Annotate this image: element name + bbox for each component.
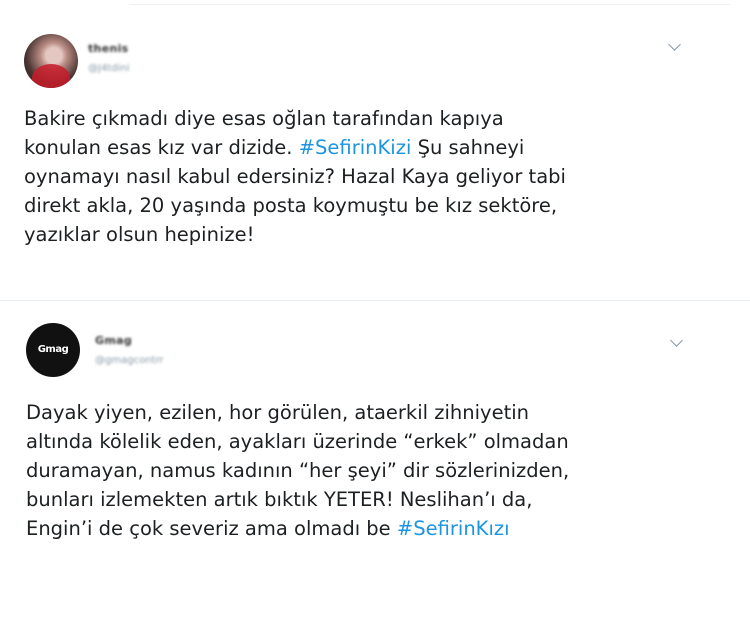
- hashtag-link[interactable]: #SefirinKızı: [397, 517, 510, 540]
- chevron-down-icon[interactable]: [670, 334, 683, 347]
- user-handle[interactable]: @J4tdini: [88, 63, 129, 74]
- user-handle[interactable]: @gmagcontrr: [95, 355, 164, 366]
- tweet-card[interactable]: Gmag Gmag @gmagcontrr Dayak yiyen, ezile…: [0, 300, 750, 636]
- display-name[interactable]: Gmag: [95, 334, 132, 347]
- chevron-down-icon[interactable]: [668, 38, 681, 51]
- avatar[interactable]: Gmag: [26, 323, 80, 377]
- avatar-logo: Gmag: [37, 344, 69, 355]
- tweet-card[interactable]: thenis @J4tdini Bakire çıkmadı diye esas…: [0, 0, 750, 300]
- tweet-text: Bakire çıkmadı diye esas oğlan tarafında…: [24, 104, 714, 249]
- avatar-photo: [32, 64, 70, 88]
- avatar[interactable]: [24, 34, 78, 88]
- display-name[interactable]: thenis: [88, 42, 129, 55]
- tweet-divider: [0, 300, 750, 301]
- tweet-text: Dayak yiyen, ezilen, hor görülen, ataerk…: [26, 398, 716, 543]
- hashtag-link[interactable]: #SefirinKizi: [299, 136, 412, 159]
- tweet-screenshot: thenis @J4tdini Bakire çıkmadı diye esas…: [0, 0, 750, 636]
